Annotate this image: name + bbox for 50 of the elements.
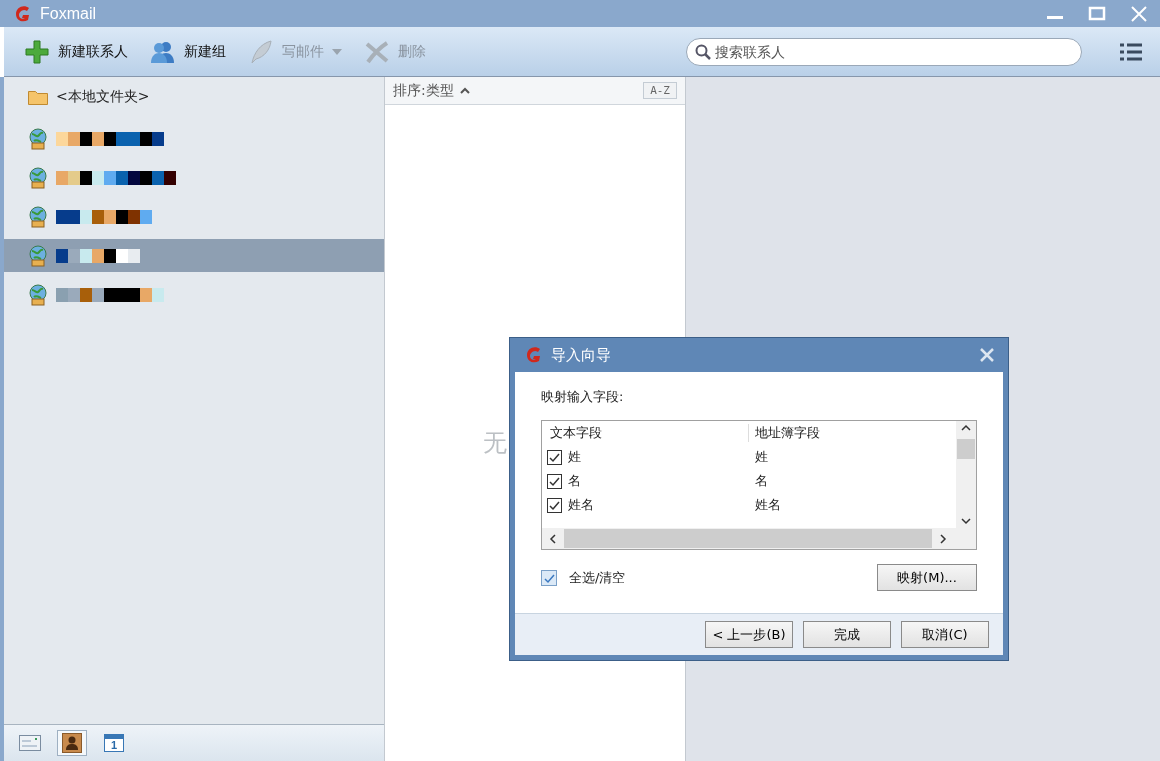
table-cell: 名 <box>568 472 581 490</box>
column-header: 文本字段 <box>549 424 603 442</box>
nav-tab[interactable] <box>58 731 86 755</box>
dialog-button[interactable]: < 上一步(B) <box>705 621 793 648</box>
table-cell-text: 名 <box>754 472 769 490</box>
account-item[interactable] <box>4 239 384 272</box>
app-logo-icon <box>525 346 543 364</box>
dialog-button[interactable]: 完成 <box>803 621 891 648</box>
address-book-icon <box>62 733 82 753</box>
checkbox[interactable] <box>547 497 562 513</box>
empty-message: 无 <box>483 428 507 459</box>
horizontal-scrollbar[interactable] <box>542 528 976 549</box>
feather-icon <box>248 38 274 65</box>
globe-icon <box>28 283 48 306</box>
search-icon <box>695 43 711 60</box>
toolbar-button[interactable]: 新建联系人 <box>24 38 128 65</box>
table-cell: 姓 <box>568 448 581 466</box>
map-button[interactable]: 映射(M)... <box>877 564 977 591</box>
checkbox[interactable] <box>541 569 557 586</box>
caret-icon <box>332 48 342 55</box>
sort-label[interactable]: 排序:类型 <box>393 81 454 100</box>
menu-icon[interactable] <box>1120 42 1142 61</box>
window-title: Foxmail <box>40 4 96 23</box>
checkbox[interactable] <box>547 473 562 489</box>
app-logo-icon <box>14 4 32 23</box>
dialog-title: 导入向导 <box>551 345 611 365</box>
table-cell-text: 姓 <box>754 448 769 466</box>
scroll-thumb[interactable] <box>564 529 932 548</box>
prompt-label: 映射输入字段: <box>541 388 625 406</box>
close-icon[interactable] <box>979 347 995 363</box>
scrollbar[interactable] <box>956 421 976 528</box>
globe-icon <box>28 166 48 189</box>
plus-icon <box>24 38 50 65</box>
envelope-icon <box>19 735 41 751</box>
folder-label[interactable]: <本地文件夹> <box>56 88 150 106</box>
dialog-button[interactable]: 取消(C) <box>901 621 989 648</box>
search-input[interactable]: 搜索联系人 <box>715 43 1073 60</box>
table-cell-text: 姓名 <box>754 496 782 514</box>
checkbox[interactable] <box>547 449 562 465</box>
checkbox-label: 全选/清空 <box>569 568 626 587</box>
caret-icon <box>459 87 470 94</box>
globe-icon <box>28 244 48 267</box>
search-field[interactable]: 搜索联系人 <box>686 37 1082 66</box>
sort-button[interactable]: A-Z <box>643 82 677 99</box>
folder-icon <box>28 89 48 105</box>
globe-icon <box>28 127 48 150</box>
toolbar-button[interactable]: 新建组 <box>150 38 226 65</box>
table-cell: 姓名 <box>568 496 594 514</box>
globe-icon <box>28 205 48 228</box>
scroll-thumb[interactable] <box>957 439 975 459</box>
